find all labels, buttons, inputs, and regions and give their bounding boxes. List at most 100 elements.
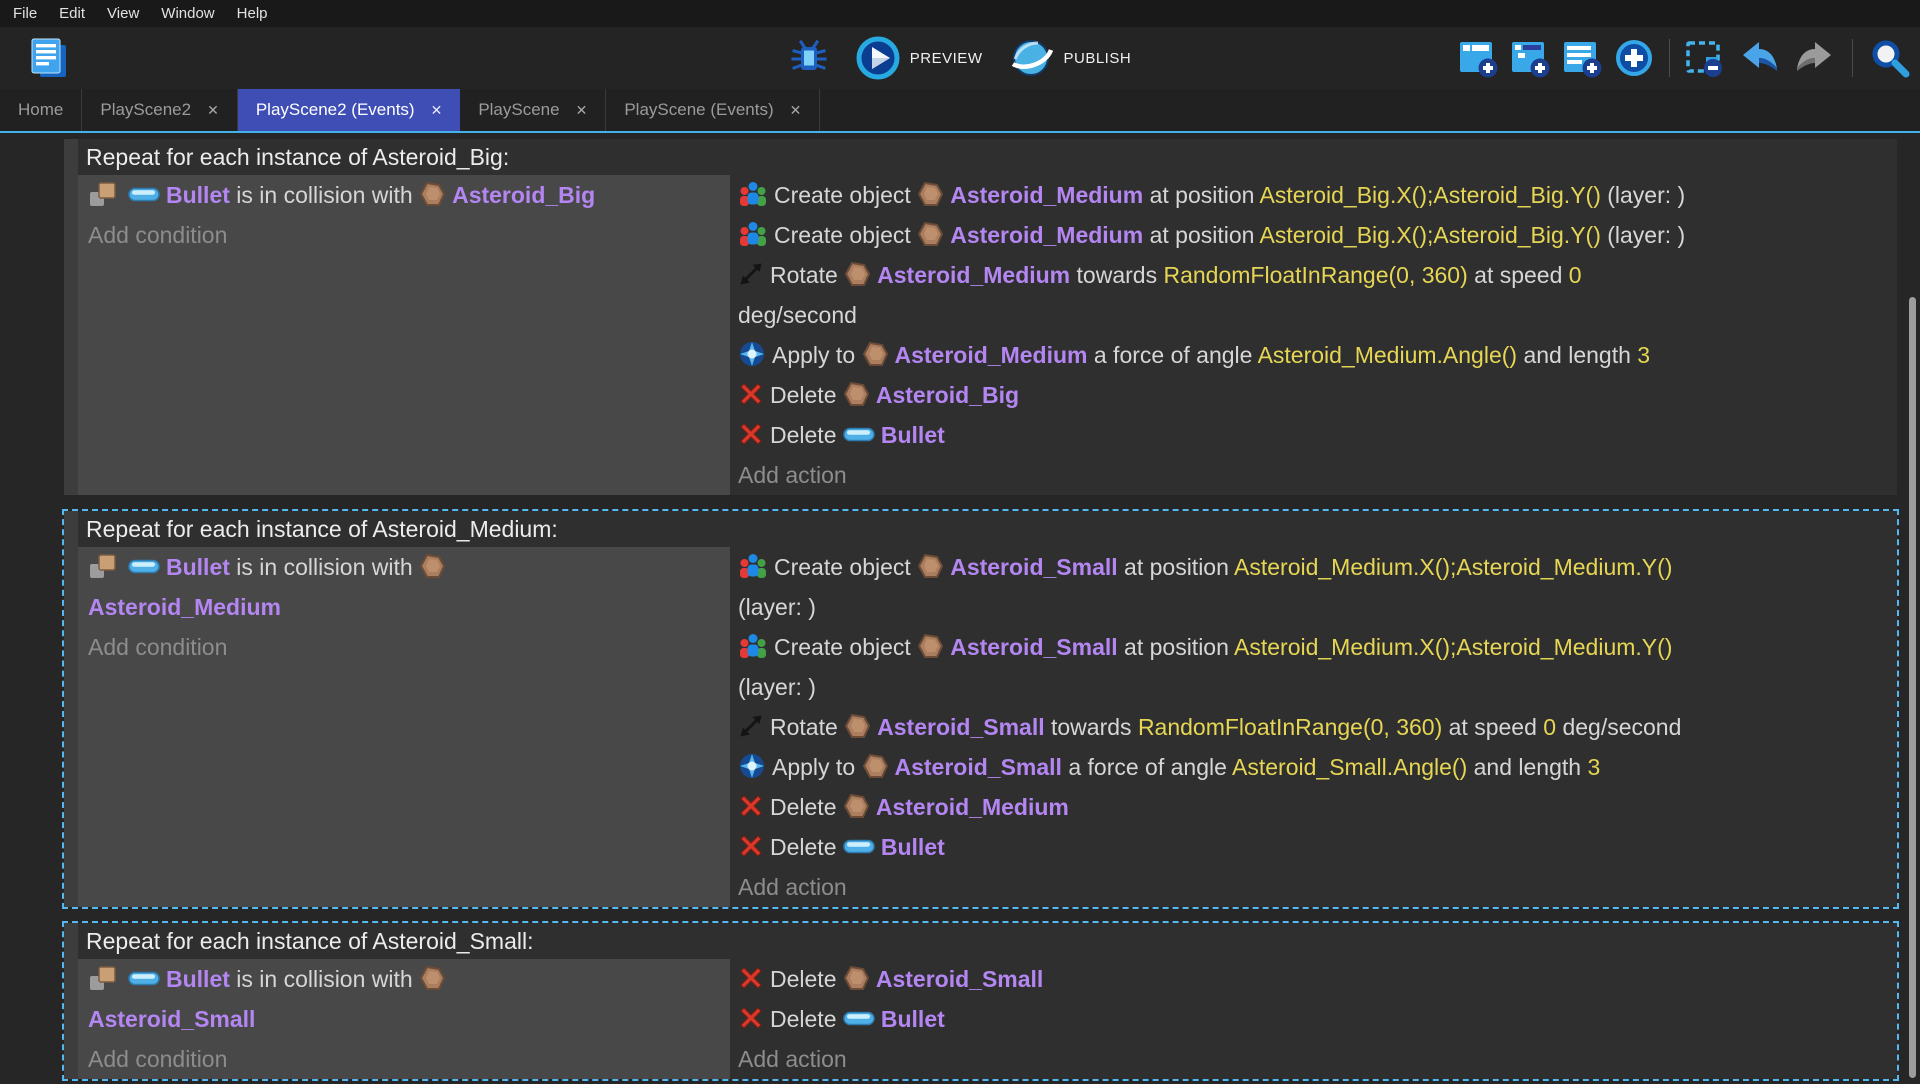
asteroid-icon [844, 713, 871, 740]
text-segment: Create object [774, 222, 918, 248]
tab-playscene[interactable]: PlayScene ✕ [460, 89, 607, 131]
create-icon [738, 551, 768, 581]
asteroid-icon [844, 261, 871, 288]
text-segment: Asteroid_Big.X();Asteroid_Big.Y() [1259, 182, 1601, 208]
text-segment: Asteroid_Medium [894, 342, 1088, 368]
condition-row[interactable]: Asteroid_Small [88, 999, 730, 1039]
rotate-icon [738, 261, 764, 287]
text-segment: Asteroid_Big [452, 182, 596, 208]
tab-close-icon[interactable]: ✕ [576, 102, 588, 119]
text-segment: Delete [770, 382, 843, 408]
event-drag-handle[interactable] [64, 923, 78, 1079]
event-body: Repeat for each instance of Asteroid_Sma… [78, 923, 1897, 1079]
text-segment: and length [1517, 342, 1638, 368]
event-block[interactable]: Repeat for each instance of Asteroid_Big… [62, 137, 1899, 497]
action-row[interactable]: (layer: ) [738, 667, 1897, 707]
event-header[interactable]: Repeat for each instance of Asteroid_Big… [78, 139, 1897, 175]
tab-playscene2[interactable]: PlayScene2 ✕ [82, 89, 238, 131]
tab-close-icon[interactable]: ✕ [431, 102, 443, 119]
add-action-button[interactable]: Add action [738, 455, 1897, 495]
text-segment: is in collision with [229, 554, 420, 580]
action-row[interactable]: Delete Bullet [738, 999, 1897, 1039]
vertical-scrollbar-thumb[interactable] [1909, 297, 1916, 1078]
action-row[interactable]: Apply to Asteroid_Medium a force of angl… [738, 335, 1897, 375]
menu-item-help[interactable]: Help [226, 1, 279, 26]
add-condition-button[interactable]: Add condition [88, 627, 730, 667]
menu-item-window[interactable]: Window [150, 1, 225, 26]
preview-button[interactable]: PREVIEW [855, 35, 983, 81]
text-segment: Asteroid_Medium [88, 594, 281, 620]
condition-row[interactable]: Bullet is in collision with [88, 547, 730, 587]
text-segment: Asteroid_Medium.Angle() [1257, 342, 1518, 368]
menu-item-file[interactable]: File [2, 1, 48, 26]
condition-row[interactable]: Bullet is in collision with [88, 959, 730, 999]
action-row[interactable]: Delete Asteroid_Medium [738, 787, 1897, 827]
text-segment: at position [1143, 182, 1260, 208]
bullet-icon [843, 839, 875, 854]
action-row[interactable]: Delete Bullet [738, 827, 1897, 867]
debug-button[interactable] [789, 38, 829, 78]
action-row[interactable]: Delete Asteroid_Big [738, 375, 1897, 415]
action-row[interactable]: Create object Asteroid_Small at position… [738, 547, 1897, 587]
tab-close-icon[interactable]: ✕ [790, 102, 802, 119]
event-block[interactable]: Repeat for each instance of Asteroid_Sma… [62, 921, 1899, 1081]
action-row[interactable]: (layer: ) [738, 587, 1897, 627]
conditions-column: Bullet is in collision with Asteroid_Sma… [78, 959, 730, 1079]
menu-item-edit[interactable]: Edit [48, 1, 96, 26]
menu-bar: File Edit View Window Help [0, 0, 1920, 27]
delete-icon [738, 965, 764, 991]
asteroid-icon [862, 753, 889, 780]
conditions-column: Bullet is in collision with Asteroid_Med… [78, 547, 730, 907]
add-action-button[interactable]: Add action [738, 1039, 1897, 1079]
action-row[interactable]: Create object Asteroid_Small at position… [738, 627, 1897, 667]
menu-item-view[interactable]: View [96, 1, 150, 26]
asteroid-icon [843, 381, 870, 408]
action-row[interactable]: Rotate Asteroid_Small towards RandomFloa… [738, 707, 1897, 747]
event-header[interactable]: Repeat for each instance of Asteroid_Sma… [78, 923, 1897, 959]
text-segment: is in collision with [229, 182, 420, 208]
action-row[interactable]: Rotate Asteroid_Medium towards RandomFlo… [738, 255, 1897, 295]
action-row[interactable]: deg/second [738, 295, 1897, 335]
event-block[interactable]: Repeat for each instance of Asteroid_Med… [62, 509, 1899, 909]
action-row[interactable]: Create object Asteroid_Medium at positio… [738, 175, 1897, 215]
text-segment: Delete [770, 422, 843, 448]
text-segment: RandomFloatInRange(0, 360) [1163, 262, 1468, 288]
text-segment: Rotate [770, 262, 845, 288]
condition-row[interactable]: Asteroid_Medium [88, 587, 730, 627]
add-action-button[interactable]: Add action [738, 867, 1897, 907]
publish-globe-icon [1008, 35, 1054, 81]
bullet-icon [128, 187, 160, 202]
event-header[interactable]: Repeat for each instance of Asteroid_Med… [78, 511, 1897, 547]
condition-row[interactable]: Bullet is in collision with Asteroid_Big [88, 175, 730, 215]
event-body: Repeat for each instance of Asteroid_Big… [78, 139, 1897, 495]
text-segment: (layer: ) [1600, 222, 1686, 248]
add-condition-button[interactable]: Add condition [88, 215, 730, 255]
actions-column: Create object Asteroid_Medium at positio… [730, 175, 1897, 495]
event-body: Repeat for each instance of Asteroid_Med… [78, 511, 1897, 907]
event-drag-handle[interactable] [64, 511, 78, 907]
action-row[interactable]: Delete Bullet [738, 415, 1897, 455]
text-segment: at speed [1442, 714, 1544, 740]
text-segment: Asteroid_Medium.X();Asteroid_Medium.Y() [1234, 554, 1673, 580]
tab-close-icon[interactable]: ✕ [207, 102, 219, 119]
tab-playscene2-events[interactable]: PlayScene2 (Events) ✕ [237, 89, 461, 131]
action-row[interactable]: Delete Asteroid_Small [738, 959, 1897, 999]
tab-home[interactable]: Home [0, 89, 83, 131]
publish-button[interactable]: PUBLISH [1008, 35, 1131, 81]
add-condition-button[interactable]: Add condition [88, 1039, 730, 1079]
bullet-icon [128, 559, 160, 574]
text-segment: Asteroid_Medium [877, 262, 1071, 288]
text-segment: Bullet [880, 1006, 945, 1032]
event-drag-handle[interactable] [64, 139, 78, 495]
delete-icon [738, 421, 764, 447]
text-segment: Asteroid_Medium.X();Asteroid_Medium.Y() [1234, 634, 1673, 660]
debug-icon [789, 38, 829, 78]
text-segment: Asteroid_Medium [950, 182, 1144, 208]
text-segment: (layer: ) [738, 594, 816, 620]
action-row[interactable]: Create object Asteroid_Medium at positio… [738, 215, 1897, 255]
text-segment: Bullet [166, 966, 230, 992]
tab-playscene-events[interactable]: PlayScene (Events) ✕ [606, 89, 821, 131]
preview-label: PREVIEW [909, 49, 983, 67]
text-segment: Delete [770, 794, 843, 820]
action-row[interactable]: Apply to Asteroid_Small a force of angle… [738, 747, 1897, 787]
